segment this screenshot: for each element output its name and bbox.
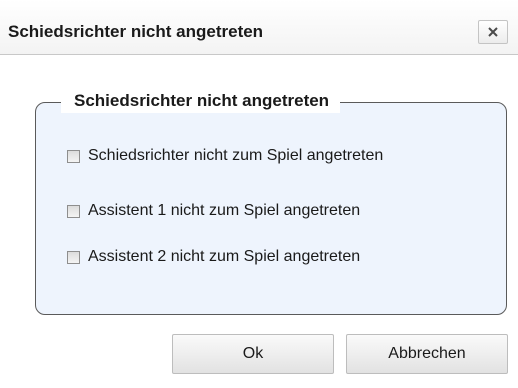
referee-absent-checkbox[interactable] [67,149,80,163]
option-label: Assistent 2 nicht zum Spiel angetreten [88,248,361,265]
assistant1-absent-checkbox[interactable] [67,204,80,218]
close-icon [487,26,499,38]
ok-button[interactable]: Ok [172,334,334,374]
group-legend: Schiedsrichter nicht angetreten [61,89,341,113]
option-label: Schiedsrichter nicht zum Spiel angetrete… [88,147,384,164]
assistant2-absent-checkbox[interactable] [67,250,80,264]
close-button[interactable] [478,20,508,44]
dialog: Schiedsrichter nicht angetreten Schiedsr… [0,0,518,388]
dialog-title: Schiedsrichter nicht angetreten [8,22,264,41]
option-assistant2-absent[interactable]: Assistent 2 nicht zum Spiel angetreten [67,247,360,267]
option-label: Assistent 1 nicht zum Spiel angetreten [88,202,361,219]
dialog-titlebar: Schiedsrichter nicht angetreten [0,0,518,55]
option-referee-absent[interactable]: Schiedsrichter nicht zum Spiel angetrete… [67,146,383,166]
option-assistant1-absent[interactable]: Assistent 1 nicht zum Spiel angetreten [67,201,360,221]
cancel-button[interactable]: Abbrechen [346,334,508,374]
